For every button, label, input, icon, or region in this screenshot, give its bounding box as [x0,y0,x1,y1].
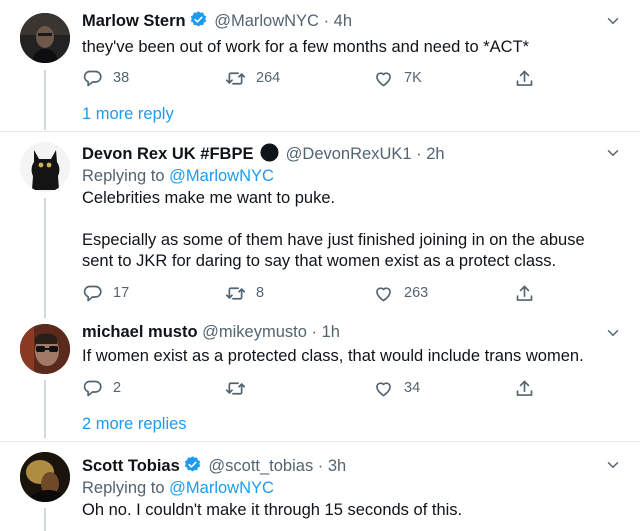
tweet-header: Devon Rex UK #FBPE @DevonRexUK1 · 2h [82,143,445,164]
tweet-michael-musto[interactable]: michael musto @mikeymusto · 1h If women … [0,312,640,438]
tweet-text: Oh no. I couldn't make it through 15 sec… [82,501,463,519]
verified-badge-icon [183,455,202,474]
avatar[interactable] [20,142,70,192]
verified-badge-icon [189,10,208,29]
retweet-icon [225,283,246,304]
replying-to-label: Replying to [82,167,165,185]
thread-line [44,508,46,531]
tweet-header: Marlow Stern @MarlowNYC · 4h [82,10,352,31]
reply-button[interactable]: 38 [82,67,129,89]
chevron-down-icon[interactable] [604,144,622,162]
share-icon [514,68,535,89]
reply-button[interactable]: 2 [82,377,121,399]
heart-icon [373,378,394,399]
chevron-down-icon[interactable] [604,324,622,342]
reply-count: 38 [113,70,130,86]
avatar[interactable] [20,13,70,63]
action-bar: 17 8 263 [82,282,542,304]
heart-icon [373,283,394,304]
thread-line [44,70,46,130]
like-button[interactable]: 263 [373,282,428,304]
like-count: 34 [404,380,421,396]
share-button[interactable] [514,67,535,89]
display-name[interactable]: Marlow Stern [82,12,186,30]
retweet-button[interactable]: 264 [225,67,280,89]
reply-icon [82,283,103,304]
like-count: 263 [404,285,429,301]
display-name[interactable]: Scott Tobias [82,457,180,475]
timestamp[interactable]: · 3h [318,457,346,475]
tweet-text: they've been out of work for a few month… [82,38,530,56]
avatar[interactable] [20,452,70,502]
like-button[interactable]: 7K [373,67,422,89]
timestamp[interactable]: · 4h [324,12,352,30]
tweet-devon-rex[interactable]: Devon Rex UK #FBPE @DevonRexUK1 · 2h Rep… [0,132,640,318]
more-replies-link[interactable]: 1 more reply [82,105,174,124]
more-replies-link[interactable]: 2 more replies [82,415,187,434]
retweet-icon [225,378,246,399]
handle[interactable]: @mikeymusto [202,323,307,341]
mention-link[interactable]: @MarlowNYC [169,479,274,497]
thread-line [44,380,46,438]
action-bar: 2 34 [82,377,542,399]
timestamp[interactable]: · 2h [416,145,444,163]
tweet-text: If women exist as a protected class, tha… [82,347,584,365]
tweet-text-line: Especially as some of them have just fin… [82,231,585,249]
reply-count: 2 [113,380,122,396]
heart-icon [373,68,394,89]
like-count: 7K [404,70,422,86]
display-name[interactable]: Devon Rex UK #FBPE [82,145,253,163]
retweet-button[interactable]: 8 [225,282,264,304]
tweet-text-line: Celebrities make me want to puke. [82,189,336,207]
retweet-button[interactable] [225,377,246,399]
tweet-marlow-stern[interactable]: Marlow Stern @MarlowNYC · 4h they've bee… [0,0,640,130]
handle[interactable]: @scott_tobias [208,457,313,475]
tweet-scott-tobias[interactable]: Scott Tobias @scott_tobias · 3h Replying… [0,442,640,531]
thread-line [44,198,46,318]
share-icon [514,378,535,399]
share-button[interactable] [514,377,535,399]
retweet-count: 8 [256,285,265,301]
timestamp[interactable]: · 1h [312,323,340,341]
replying-to: Replying to @MarlowNYC [82,166,274,186]
avatar[interactable] [20,324,70,374]
handle[interactable]: @DevonRexUK1 [286,145,412,163]
replying-to-label: Replying to [82,479,165,497]
tweet-header: Scott Tobias @scott_tobias · 3h [82,455,346,476]
tweet-header: michael musto @mikeymusto · 1h [82,322,340,342]
share-icon [514,283,535,304]
reply-count: 17 [113,285,130,301]
replying-to: Replying to @MarlowNYC [82,478,274,498]
mention-link[interactable]: @MarlowNYC [169,167,274,185]
chevron-down-icon[interactable] [604,456,622,474]
retweet-count: 264 [256,70,281,86]
action-bar: 38 264 7K [82,67,542,89]
reply-icon [82,378,103,399]
chevron-down-icon[interactable] [604,12,622,30]
black-circle-icon [260,143,279,162]
share-button[interactable] [514,282,535,304]
reply-icon [82,68,103,89]
handle[interactable]: @MarlowNYC [214,12,319,30]
tweet-text-line: sent to JKR for daring to say that women… [82,252,557,270]
reply-button[interactable]: 17 [82,282,129,304]
retweet-icon [225,68,246,89]
display-name[interactable]: michael musto [82,323,198,341]
like-button[interactable]: 34 [373,377,420,399]
